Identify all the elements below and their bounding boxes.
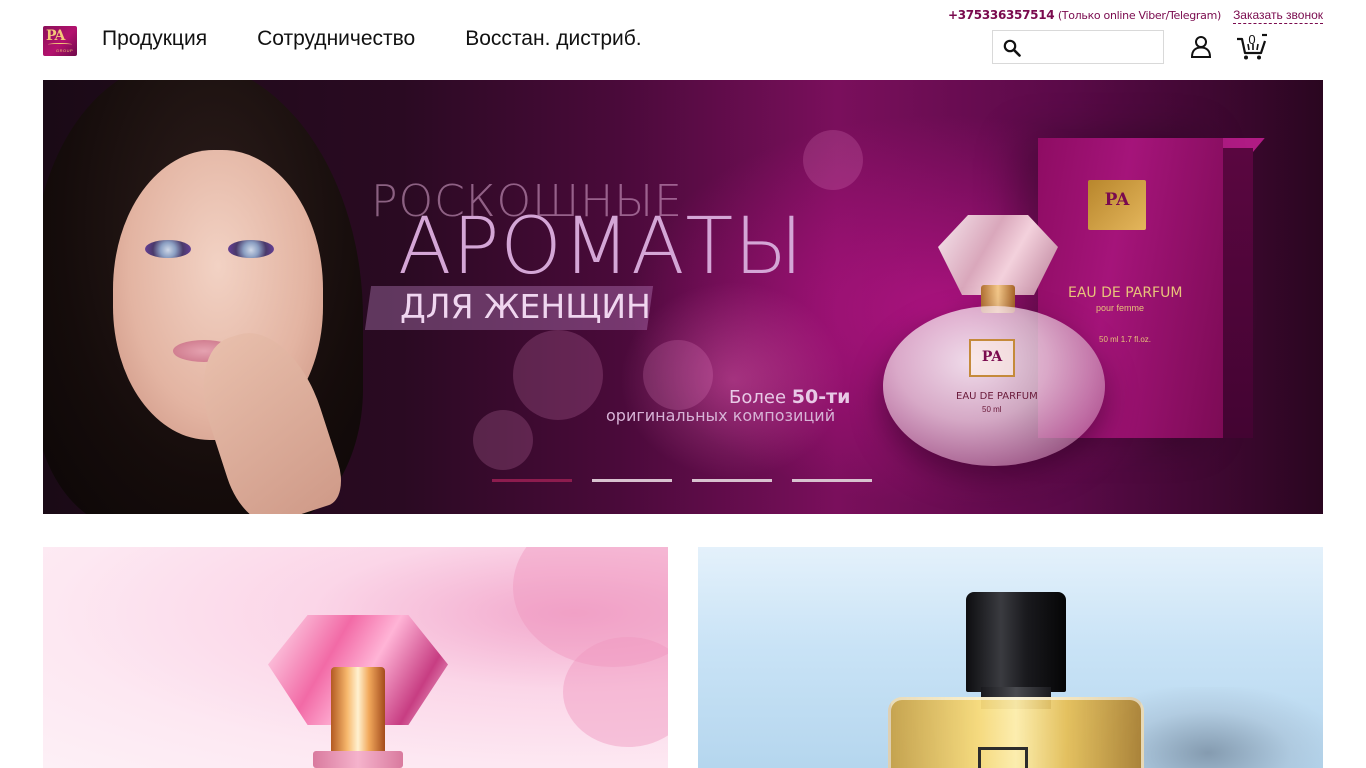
phone-note: (Только online Viber/Telegram) bbox=[1057, 9, 1221, 22]
search-box[interactable] bbox=[992, 30, 1164, 64]
women-perfume-tile[interactable] bbox=[43, 547, 668, 768]
pink-bottle-collar bbox=[313, 751, 403, 768]
slider-dot-2[interactable] bbox=[592, 479, 672, 482]
hero-more-count: Более 50-ти bbox=[729, 386, 850, 408]
logo-subtext: GROUP bbox=[56, 48, 74, 53]
box-subtitle: pour femme bbox=[1096, 303, 1145, 313]
model-photo bbox=[43, 80, 423, 514]
hero-more-prefix: Более bbox=[729, 387, 792, 408]
bokeh-light bbox=[513, 330, 603, 420]
search-icon[interactable] bbox=[1003, 39, 1021, 57]
search-input[interactable] bbox=[1029, 35, 1157, 59]
user-icon[interactable] bbox=[1190, 35, 1212, 59]
hero-more-number: 50-ти bbox=[791, 386, 851, 408]
box-brand-logo: PA bbox=[1088, 180, 1146, 230]
bottle-volume: 50 ml bbox=[982, 405, 1002, 414]
box-title: EAU DE PARFUM bbox=[1068, 285, 1183, 301]
men-perfume-tile[interactable] bbox=[698, 547, 1323, 768]
slider-dot-3[interactable] bbox=[692, 479, 772, 482]
nav-item-products[interactable]: Продукция bbox=[102, 27, 207, 51]
request-callback-link[interactable]: Заказать звонок bbox=[1233, 8, 1323, 24]
perfume-bottle bbox=[883, 306, 1105, 466]
bokeh-light bbox=[803, 130, 863, 190]
model-eye bbox=[145, 240, 191, 258]
hero-original-compositions: оригинальных композиций bbox=[606, 406, 836, 425]
hero-line-for-women: ДЛЯ ЖЕНЩИН bbox=[400, 287, 651, 326]
bokeh-light bbox=[643, 340, 713, 410]
slider-pagination bbox=[492, 479, 872, 482]
nav-item-cooperation[interactable]: Сотрудничество bbox=[257, 27, 415, 51]
nav-item-distributor-restore[interactable]: Восстан. дистриб. bbox=[465, 27, 641, 51]
box-volume: 50 ml 1.7 fl.oz. bbox=[1099, 335, 1152, 344]
bokeh-light bbox=[473, 410, 533, 470]
hero-banner[interactable]: РОСКОШНЫЕ АРОМАТЫ ДЛЯ ЖЕНЩИН Более 50-ти… bbox=[43, 80, 1323, 514]
brand-logo[interactable]: PA GROUP bbox=[43, 26, 77, 56]
slider-dot-4[interactable] bbox=[792, 479, 872, 482]
bottle-title: EAU DE PARFUM bbox=[956, 391, 1038, 402]
main-nav: Продукция Сотрудничество Восстан. дистри… bbox=[102, 27, 642, 51]
black-bottle-cap bbox=[966, 592, 1066, 692]
bottle-brand-logo: PA bbox=[969, 339, 1015, 377]
cart-count-badge[interactable]: 0 bbox=[1247, 33, 1257, 46]
perfume-box-side bbox=[1223, 148, 1253, 438]
model-eye bbox=[228, 240, 274, 258]
bottle-logo-frame bbox=[978, 747, 1028, 768]
site-header: PA GROUP Продукция Сотрудничество Восста… bbox=[0, 0, 1366, 80]
logo-mark: PA bbox=[46, 28, 65, 44]
phone-number[interactable]: +375336357514 bbox=[948, 8, 1055, 22]
hero-line-aromas: АРОМАТЫ bbox=[398, 202, 804, 292]
contact-phone[interactable]: +375336357514 (Только online Viber/Teleg… bbox=[948, 8, 1221, 22]
slider-dot-1[interactable] bbox=[492, 479, 572, 482]
logo-swoosh bbox=[48, 43, 72, 46]
